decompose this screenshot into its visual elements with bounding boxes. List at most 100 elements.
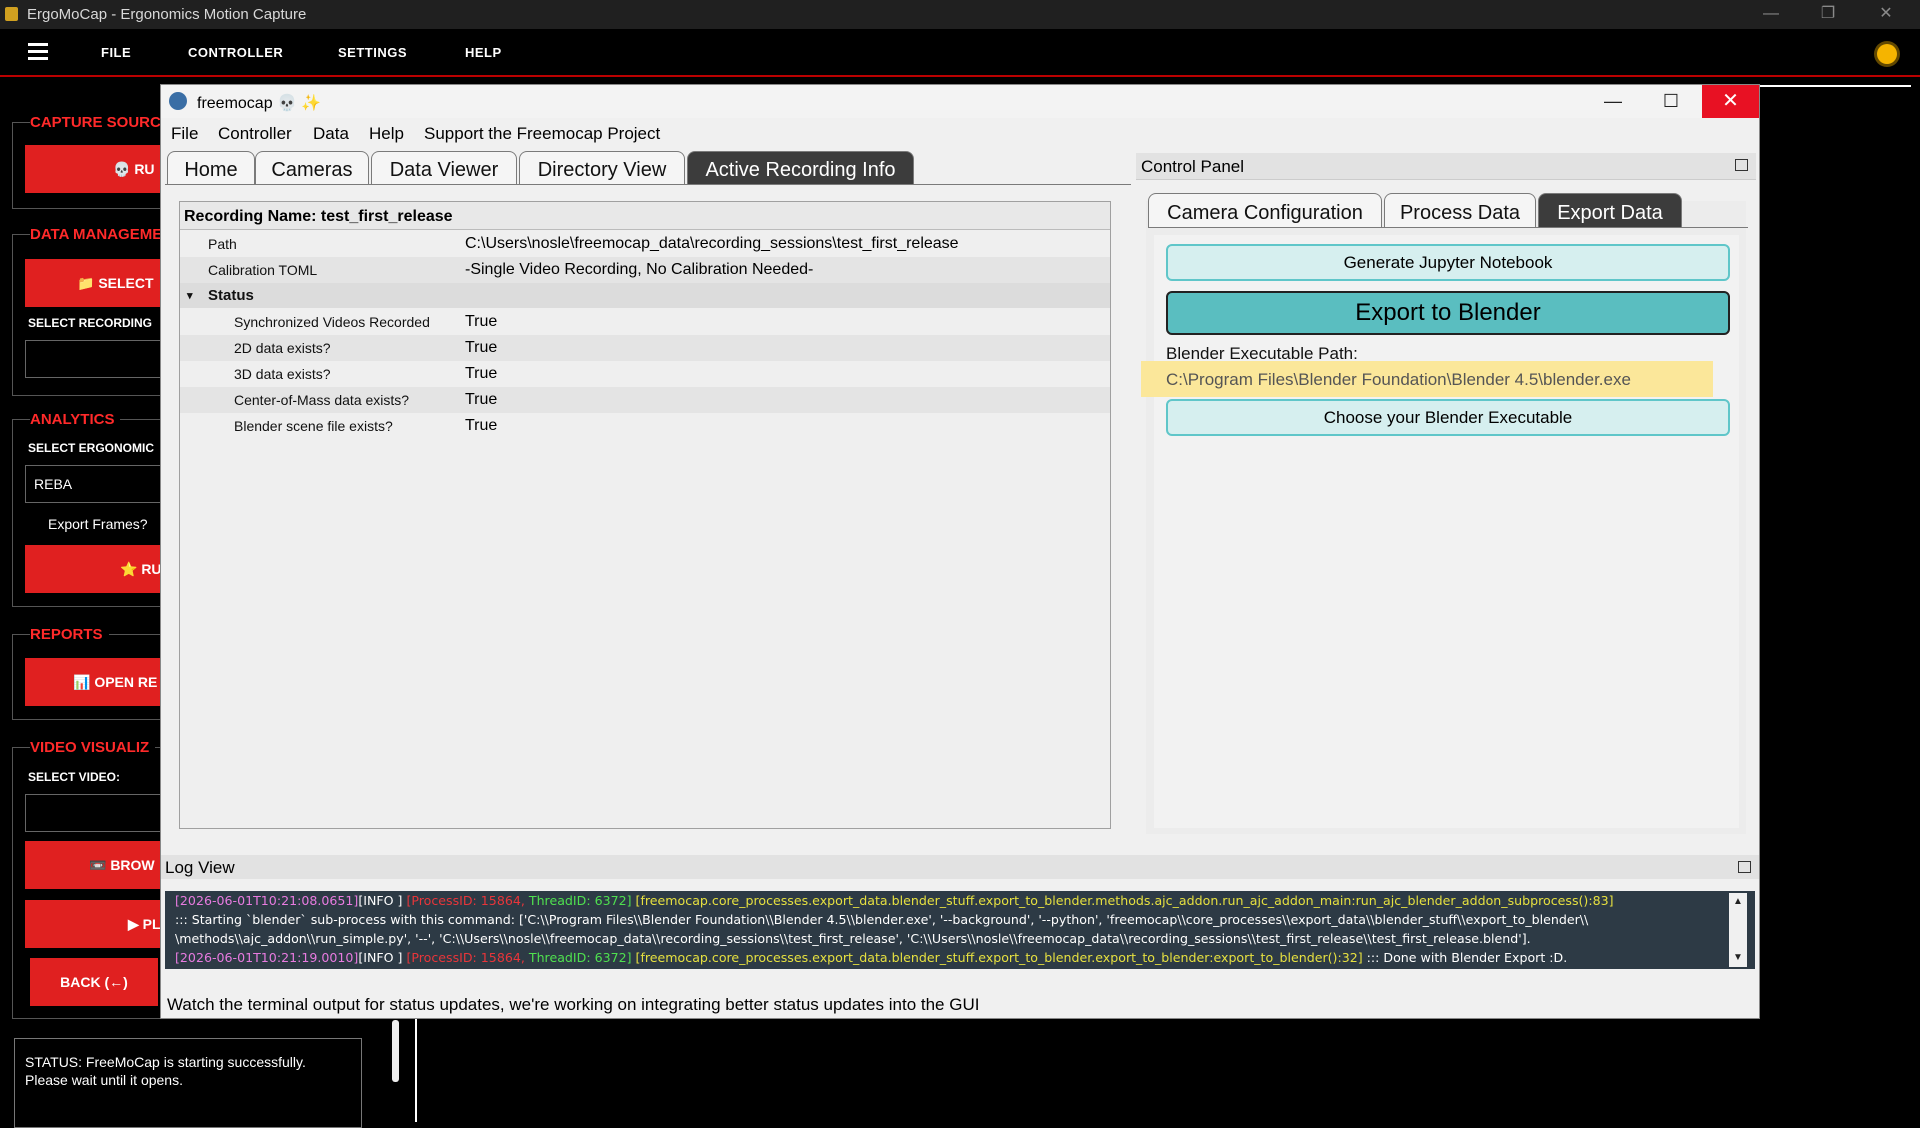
tree-row[interactable]: Center-of-Mass data exists? True <box>180 387 1110 413</box>
status-bar: Watch the terminal output for status upd… <box>161 993 1759 1018</box>
ergonomic-method-select[interactable]: REBA <box>25 465 163 503</box>
log-view[interactable]: [2026-06-01T10:21:08.0651][INFO ] [Proce… <box>165 891 1755 969</box>
select-video-label: SELECT VIDEO: <box>28 770 121 784</box>
status-value: True <box>465 391 498 408</box>
log-scrollbar[interactable]: ▲ ▼ <box>1729 893 1747 967</box>
tab-data-viewer[interactable]: Data Viewer <box>371 151 517 185</box>
tree-row-path[interactable]: Path C:\Users\nosle\freemocap_data\recor… <box>180 231 1110 257</box>
control-panel-title: Control Panel <box>1141 157 1245 176</box>
undock-icon[interactable] <box>1735 159 1748 171</box>
tab-home[interactable]: Home <box>167 151 255 185</box>
tab-underline <box>165 184 1131 185</box>
status-value: True <box>465 313 498 330</box>
app-icon <box>5 7 18 21</box>
fm-minimize-icon[interactable]: — <box>1593 89 1633 113</box>
status-box: STATUS: FreeMoCap is starting successful… <box>14 1038 362 1128</box>
calibration-value: -Single Video Recording, No Calibration … <box>465 261 814 278</box>
sidebar-scrollbar[interactable] <box>392 1020 399 1082</box>
minimize-icon[interactable]: — <box>1751 3 1791 25</box>
control-tab-underline <box>1148 227 1748 228</box>
tree-row[interactable]: Blender scene file exists? True <box>180 413 1110 439</box>
menu-controller[interactable]: CONTROLLER <box>188 45 283 60</box>
outer-title-bar: ErgoMoCap - Ergonomics Motion Capture — … <box>0 0 1920 29</box>
analytics-title: ANALYTICS <box>30 411 121 428</box>
select-recording-label: SELECT RECORDING <box>28 316 153 330</box>
chevron-down-icon[interactable]: ▾ <box>187 289 193 302</box>
select-folder-button[interactable]: 📁 SELECT <box>25 259 163 307</box>
tree-row[interactable]: 2D data exists? True <box>180 335 1110 361</box>
log-line: [2026-06-01T10:21:19.0010][INFO ] [Proce… <box>175 950 1568 965</box>
fm-menu-controller[interactable]: Controller <box>218 124 292 144</box>
path-label: Path <box>208 236 237 252</box>
status-value: True <box>465 339 498 356</box>
status-bar-text: Watch the terminal output for status upd… <box>167 995 980 1014</box>
log-view-header: Log View <box>161 855 1759 879</box>
tab-cameras[interactable]: Cameras <box>255 151 369 185</box>
tree-row-calibration[interactable]: Calibration TOML -Single Video Recording… <box>180 257 1110 283</box>
outer-menubar: FILE CONTROLLER SETTINGS HELP <box>0 29 1920 75</box>
menu-help[interactable]: HELP <box>465 45 502 60</box>
calibration-label: Calibration TOML <box>208 262 318 278</box>
fm-menu-support[interactable]: Support the Freemocap Project <box>424 124 660 144</box>
run-analytics-button[interactable]: ⭐ RU <box>25 545 163 593</box>
status-label: 2D data exists? <box>234 340 331 356</box>
select-ergonomic-label: SELECT ERGONOMIC <box>28 441 155 455</box>
play-video-button[interactable]: ▶ PL <box>25 900 163 948</box>
tree-row[interactable]: 3D data exists? True <box>180 361 1110 387</box>
freemocap-title-bar: freemocap 💀 ✨ — ☐ ✕ <box>161 85 1759 118</box>
status-label: 3D data exists? <box>234 366 331 382</box>
control-panel-header: Control Panel <box>1136 153 1756 180</box>
browse-video-button[interactable]: 📼 BROW <box>25 841 163 889</box>
status-group-label: Status <box>208 287 254 304</box>
recording-input[interactable] <box>25 340 163 378</box>
blender-path-value: C:\Program Files\Blender Foundation\Blen… <box>1141 361 1713 397</box>
close-icon[interactable]: ✕ <box>1866 3 1906 25</box>
choose-blender-button[interactable]: Choose your Blender Executable <box>1166 399 1730 436</box>
menu-file[interactable]: FILE <box>101 45 131 60</box>
log-line: [2026-06-01T10:21:08.0651][INFO ] [Proce… <box>175 893 1614 908</box>
fm-menu-file[interactable]: File <box>171 124 198 144</box>
freemocap-menubar: File Controller Data Help Support the Fr… <box>161 119 1759 147</box>
scroll-up-icon[interactable]: ▲ <box>1729 893 1747 911</box>
header-divider <box>0 75 1920 77</box>
theme-sun-icon[interactable] <box>1877 44 1897 64</box>
tab-export-data[interactable]: Export Data <box>1538 193 1682 228</box>
fm-maximize-icon[interactable]: ☐ <box>1651 89 1691 113</box>
path-value: C:\Users\nosle\freemocap_data\recording_… <box>465 235 959 252</box>
open-report-button[interactable]: 📊 OPEN RE <box>25 658 163 706</box>
export-frames-label[interactable]: Export Frames? <box>48 516 148 532</box>
fm-menu-data[interactable]: Data <box>313 124 349 144</box>
reports-title: REPORTS <box>30 626 109 643</box>
log-undock-icon[interactable] <box>1738 861 1751 873</box>
tab-active-recording-info[interactable]: Active Recording Info <box>687 151 914 185</box>
video-title: VIDEO VISUALIZ <box>30 739 156 756</box>
hamburger-icon[interactable] <box>28 43 48 61</box>
tree-row-status-group[interactable]: ▾ Status <box>180 283 1110 308</box>
tab-process-data[interactable]: Process Data <box>1384 193 1536 228</box>
recording-info-tree: Recording Name: test_first_release Path … <box>179 201 1111 829</box>
status-value: True <box>465 365 498 382</box>
run-capture-button[interactable]: 💀 RU <box>25 145 163 193</box>
capture-source-title: CAPTURE SOURCE <box>30 114 177 131</box>
status-label: Blender scene file exists? <box>234 418 393 434</box>
generate-jupyter-button[interactable]: Generate Jupyter Notebook <box>1166 244 1730 281</box>
menu-settings[interactable]: SETTINGS <box>338 45 407 60</box>
fm-menu-help[interactable]: Help <box>369 124 404 144</box>
tab-directory-view[interactable]: Directory View <box>519 151 685 185</box>
scroll-down-icon[interactable]: ▼ <box>1729 949 1747 967</box>
restore-icon[interactable]: ❐ <box>1808 3 1848 25</box>
back-button[interactable]: BACK (←) <box>30 958 158 1006</box>
log-line: ::: Starting `blender` sub-process with … <box>175 912 1589 927</box>
status-label: Synchronized Videos Recorded <box>234 314 430 330</box>
fm-close-icon[interactable]: ✕ <box>1702 85 1759 118</box>
freemocap-skull-icon <box>169 92 187 110</box>
freemocap-window: freemocap 💀 ✨ — ☐ ✕ File Controller Data… <box>160 84 1760 1019</box>
status-value: True <box>465 417 498 434</box>
log-line: \methods\\ajc_addon\\run_simple.py', '--… <box>175 931 1531 946</box>
tree-row[interactable]: Synchronized Videos Recorded True <box>180 309 1110 335</box>
tab-camera-configuration[interactable]: Camera Configuration <box>1148 193 1382 228</box>
export-to-blender-button[interactable]: Export to Blender <box>1166 291 1730 335</box>
video-input[interactable] <box>25 794 163 832</box>
outer-window-title: ErgoMoCap - Ergonomics Motion Capture <box>27 6 307 23</box>
freemocap-title: freemocap 💀 ✨ <box>197 95 322 112</box>
